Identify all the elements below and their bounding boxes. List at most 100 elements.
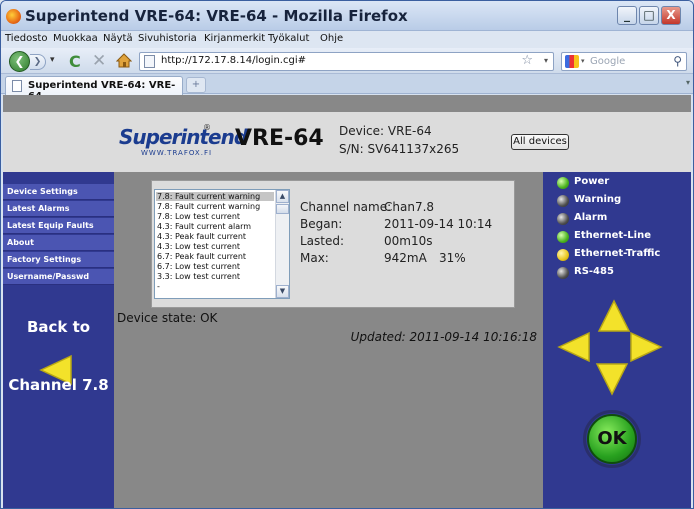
- alarm-led-icon: [557, 213, 569, 225]
- device-name: Device: VRE-64: [339, 124, 432, 138]
- channel-name-label: Channel name:: [300, 200, 392, 214]
- menu-edit[interactable]: Muokkaa: [53, 33, 98, 44]
- firefox-icon: [6, 9, 21, 24]
- list-item[interactable]: 4.3: Peak fault current: [157, 232, 246, 241]
- title-bar: Superintend VRE-64: VRE-64 - Mozilla Fir…: [1, 1, 693, 31]
- list-item[interactable]: 6.7: Low test current: [157, 262, 240, 271]
- menu-help[interactable]: Ohje: [320, 33, 343, 44]
- led-label-ethernet-traffic: Ethernet-Traffic: [574, 248, 661, 259]
- superintend-logo: Superintend: [119, 125, 248, 149]
- back-button[interactable]: ❮: [9, 51, 30, 72]
- new-tab-button[interactable]: +: [186, 77, 206, 93]
- logo-url: WWW.TRAFOX.FI: [141, 149, 213, 157]
- navigation-toolbar: ❮ ❯ ▾ C ✕ http://172.17.8.14/login.cgi# …: [1, 48, 693, 74]
- google-icon[interactable]: [565, 55, 579, 68]
- arrow-left-nav-icon[interactable]: [557, 330, 591, 364]
- registered-mark: ®: [203, 123, 211, 132]
- list-item[interactable]: 7.8: Low test current: [157, 212, 240, 221]
- tab-list-dropdown-icon[interactable]: ▾: [686, 78, 690, 87]
- window-title: Superintend VRE-64: VRE-64 - Mozilla Fir…: [25, 7, 408, 25]
- list-item[interactable]: 7.8: Fault current warning: [157, 192, 260, 201]
- sidebar-link-device-settings[interactable]: Device Settings: [3, 184, 114, 200]
- menu-history[interactable]: Sivuhistoria: [138, 33, 197, 44]
- status-panel: Power Warning Alarm Ethernet-Line Ethern…: [543, 172, 691, 508]
- menu-bookmarks[interactable]: Kirjanmerkit: [204, 33, 265, 44]
- fault-listbox[interactable]: 7.8: Fault current warning 7.8: Fault cu…: [154, 189, 290, 299]
- list-item[interactable]: 7.8: Fault current warning: [157, 202, 260, 211]
- rs485-led-icon: [557, 267, 569, 279]
- stop-icon[interactable]: ✕: [92, 51, 106, 71]
- warning-led-icon: [557, 195, 569, 207]
- scroll-up-icon[interactable]: ▲: [276, 190, 289, 203]
- channel-label[interactable]: Channel 7.8: [3, 376, 114, 394]
- list-item[interactable]: 6.7: Peak fault current: [157, 252, 246, 261]
- back-to-label[interactable]: Back to: [3, 318, 114, 336]
- home-icon[interactable]: [116, 53, 132, 68]
- ok-button[interactable]: OK: [587, 414, 637, 464]
- max-percent-value: 31%: [439, 251, 466, 265]
- tab-active[interactable]: Superintend VRE-64: VRE-64: [5, 76, 183, 102]
- serial-number: S/N: SV641137x265: [339, 142, 460, 156]
- model-title: VRE-64: [235, 126, 324, 151]
- sidebar-link-username-passwd[interactable]: Username/Passwd: [3, 269, 114, 285]
- browser-window: Superintend VRE-64: VRE-64 - Mozilla Fir…: [0, 0, 694, 509]
- list-item[interactable]: 4.3: Fault current alarm: [157, 222, 251, 231]
- led-label-warning: Warning: [574, 194, 622, 205]
- arrow-up-icon[interactable]: [597, 299, 631, 333]
- fault-info-box: 7.8: Fault current warning 7.8: Fault cu…: [151, 180, 515, 308]
- forward-button[interactable]: ❯: [30, 54, 46, 70]
- list-item[interactable]: 3.3: Low test current: [157, 272, 240, 281]
- maximize-button[interactable]: □: [639, 6, 659, 25]
- history-dropdown-icon[interactable]: ▾: [50, 55, 55, 65]
- ethernet-line-led-icon: [557, 231, 569, 243]
- listbox-scrollbar[interactable]: ▲ ▼: [275, 190, 289, 298]
- menu-file[interactable]: Tiedosto: [5, 33, 47, 44]
- search-bar[interactable]: ▾ Google ⚲: [561, 52, 687, 71]
- menu-view[interactable]: Näytä: [103, 33, 133, 44]
- main-content: 7.8: Fault current warning 7.8: Fault cu…: [114, 172, 543, 508]
- scroll-thumb[interactable]: [276, 204, 289, 214]
- arrow-right-icon[interactable]: [629, 330, 663, 364]
- close-button[interactable]: X: [661, 6, 681, 25]
- power-led-icon: [557, 177, 569, 189]
- led-label-alarm: Alarm: [574, 212, 608, 223]
- max-label: Max:: [300, 251, 329, 265]
- scroll-down-icon[interactable]: ▼: [276, 285, 289, 298]
- all-devices-button[interactable]: All devices: [511, 134, 569, 150]
- url-text[interactable]: http://172.17.8.14/login.cgi#: [161, 55, 306, 66]
- minimize-button[interactable]: _: [617, 6, 637, 25]
- tab-bar: Superintend VRE-64: VRE-64 + ▾: [1, 74, 693, 102]
- began-label: Began:: [300, 217, 343, 231]
- led-label-ethernet-line: Ethernet-Line: [574, 230, 651, 241]
- address-bar[interactable]: http://172.17.8.14/login.cgi# ☆ ▾: [139, 52, 554, 71]
- began-value: 2011-09-14 10:14: [384, 217, 493, 231]
- list-item[interactable]: -: [157, 282, 160, 291]
- url-dropdown-icon[interactable]: ▾: [544, 56, 548, 65]
- max-current-value: 942mA: [384, 251, 427, 265]
- led-label-rs485: RS-485: [574, 266, 614, 277]
- page-icon: [144, 55, 155, 68]
- page-viewport: Superintend ® WWW.TRAFOX.FI VRE-64 Devic…: [3, 95, 691, 508]
- tab-page-icon: [12, 80, 22, 92]
- sidebar-link-about[interactable]: About: [3, 235, 114, 251]
- sidebar-link-latest-equip-faults[interactable]: Latest Equip Faults: [3, 218, 114, 234]
- search-input[interactable]: Google: [590, 56, 625, 67]
- list-item[interactable]: 4.3: Low test current: [157, 242, 240, 251]
- reload-icon[interactable]: C: [69, 52, 81, 71]
- arrow-down-icon[interactable]: [595, 362, 629, 396]
- lasted-value: 00m10s: [384, 234, 433, 248]
- ethernet-traffic-led-icon: [557, 249, 569, 261]
- updated-timestamp: Updated: 2011-09-14 10:16:18: [350, 330, 537, 344]
- led-label-power: Power: [574, 176, 610, 187]
- menu-bar: Tiedosto Muokkaa Näytä Sivuhistoria Kirj…: [1, 31, 693, 48]
- left-sidebar: Device Settings Latest Alarms Latest Equ…: [3, 172, 114, 508]
- device-state: Device state: OK: [117, 311, 218, 325]
- channel-name-value: Chan7.8: [384, 200, 435, 214]
- menu-tools[interactable]: Työkalut: [268, 33, 309, 44]
- device-header: Superintend ® WWW.TRAFOX.FI VRE-64 Devic…: [3, 112, 691, 172]
- sidebar-link-factory-settings[interactable]: Factory Settings: [3, 252, 114, 268]
- sidebar-link-latest-alarms[interactable]: Latest Alarms: [3, 201, 114, 217]
- bookmark-star-icon[interactable]: ☆: [521, 53, 533, 68]
- search-engine-dropdown-icon[interactable]: ▾: [581, 57, 585, 65]
- search-magnifier-icon[interactable]: ⚲: [673, 54, 682, 68]
